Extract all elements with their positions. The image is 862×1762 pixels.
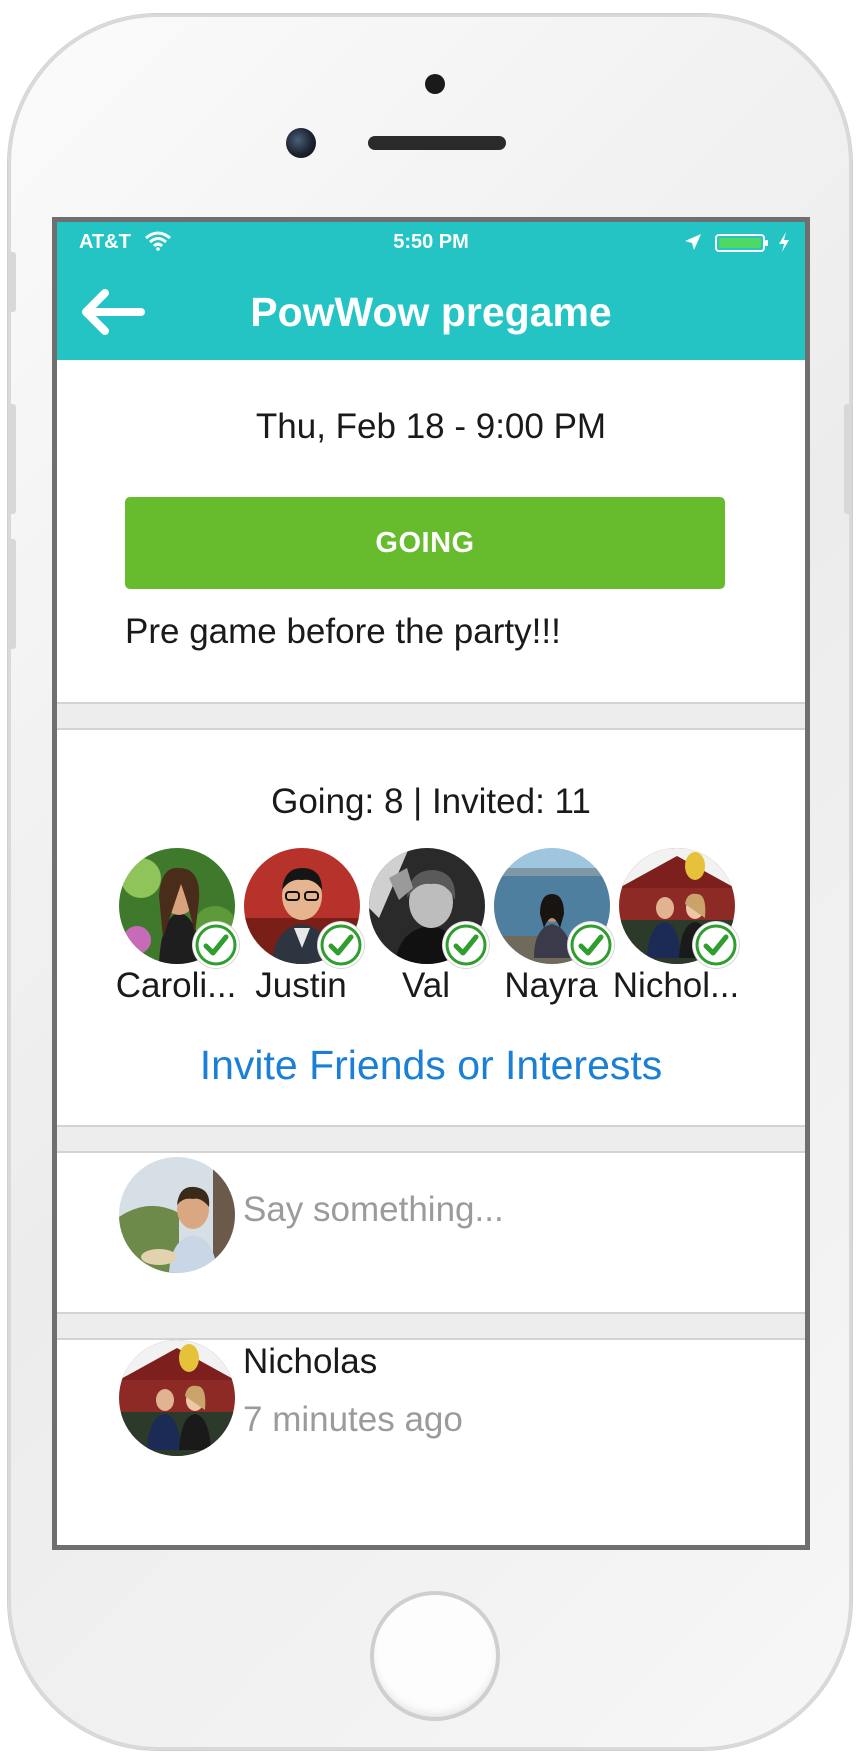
attendee-name: Nichol...	[612, 966, 740, 1005]
post-timestamp: 7 minutes ago	[243, 1400, 463, 1439]
section-divider	[57, 1312, 805, 1340]
attendance-summary: Going: 8 | Invited: 11	[271, 782, 591, 821]
volume-up-button	[8, 404, 16, 514]
going-check-icon	[693, 922, 739, 968]
home-button[interactable]	[370, 1591, 500, 1721]
mute-switch	[8, 252, 16, 312]
invite-friends-link[interactable]: Invite Friends or Interests	[57, 1042, 805, 1089]
attendee-item[interactable]: Nichol...	[607, 848, 745, 1008]
sensor-dot	[425, 74, 445, 94]
battery-icon	[715, 234, 768, 252]
user-avatar	[119, 1157, 235, 1273]
earpiece-speaker	[368, 136, 506, 150]
volume-down-button	[8, 539, 16, 649]
power-button	[844, 404, 852, 514]
attendee-item[interactable]: Justin	[232, 848, 370, 1008]
front-camera	[286, 128, 316, 158]
event-description: Pre game before the party!!!	[125, 612, 561, 651]
event-datetime: Thu, Feb 18 - 9:00 PM	[255, 407, 607, 446]
status-bar: AT&T 5:50 PM	[57, 222, 805, 262]
post-author-name[interactable]: Nicholas	[243, 1342, 377, 1382]
attendee-item[interactable]: Val	[357, 848, 495, 1008]
location-arrow-icon	[685, 234, 701, 250]
attendee-item[interactable]: Caroli...	[107, 848, 245, 1008]
charging-bolt-icon	[779, 232, 789, 252]
app-screen: AT&T 5:50 PM PowWow pregame Thu, Feb 18 …	[52, 217, 810, 1550]
section-divider	[57, 702, 805, 730]
nav-bar: PowWow pregame	[57, 262, 805, 360]
post-author-avatar[interactable]	[119, 1340, 235, 1456]
going-button[interactable]: GOING	[125, 497, 725, 589]
say-something-input[interactable]	[243, 1182, 743, 1238]
section-divider	[57, 1125, 805, 1153]
page-title: PowWow pregame	[250, 289, 612, 335]
attendee-item[interactable]: Nayra	[482, 848, 620, 1008]
